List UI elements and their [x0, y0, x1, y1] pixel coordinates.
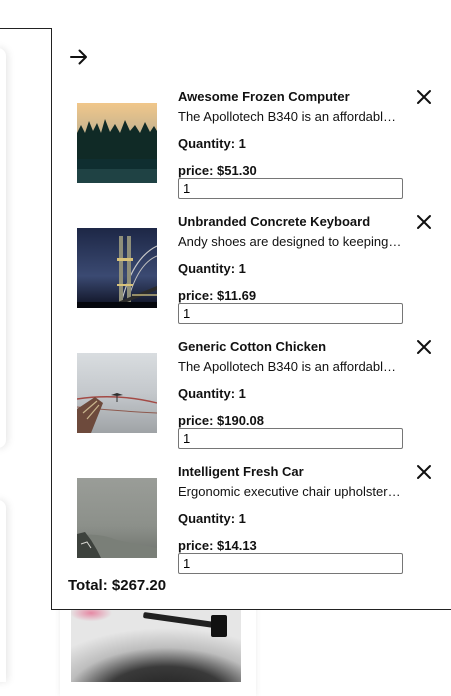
item-quantity: Quantity: 1 [178, 261, 246, 276]
arrow-right-icon [70, 49, 87, 65]
tonearm-shape [142, 612, 216, 628]
item-quantity: Quantity: 1 [178, 136, 246, 151]
item-price: price: $11.69 [178, 288, 257, 303]
close-icon [417, 340, 431, 354]
cart-item: Intelligent Fresh Car Ergonomic executiv… [52, 464, 451, 589]
cart-total: Total: $267.20 [68, 577, 167, 594]
close-icon [417, 465, 431, 479]
background-card [0, 500, 6, 682]
item-title: Unbranded Concrete Keyboard [178, 214, 371, 229]
turntable-image [71, 603, 241, 682]
remove-item-button[interactable] [414, 87, 434, 107]
quantity-input[interactable] [178, 303, 403, 324]
quantity-input[interactable] [178, 553, 403, 574]
close-icon [417, 90, 431, 104]
item-title: Awesome Frozen Computer [178, 89, 350, 104]
item-title: Generic Cotton Chicken [178, 339, 327, 354]
bird-on-boat-photo [77, 353, 157, 433]
cart-item: Unbranded Concrete Keyboard Andy shoes a… [52, 214, 451, 339]
item-quantity: Quantity: 1 [178, 511, 246, 526]
cart-item: Awesome Frozen Computer The Apollotech B… [52, 89, 451, 214]
background-card [0, 48, 6, 448]
remove-item-button[interactable] [414, 212, 434, 232]
item-description: The Apollotech B340 is an affordable wir… [178, 359, 402, 374]
item-description: Andy shoes are designed to keeping in mi… [178, 234, 402, 249]
item-price: price: $190.08 [178, 413, 265, 428]
cart-drawer: Awesome Frozen Computer The Apollotech B… [51, 28, 451, 610]
quantity-input[interactable] [178, 178, 403, 199]
cart-item: Generic Cotton Chicken The Apollotech B3… [52, 339, 451, 464]
item-quantity: Quantity: 1 [178, 386, 246, 401]
item-description: The Apollotech B340 is an affordable wir… [178, 109, 402, 124]
cartridge-shape [211, 615, 227, 637]
remove-item-button[interactable] [414, 337, 434, 357]
foggy-coast-photo [77, 478, 157, 558]
close-cart-button[interactable] [68, 46, 90, 68]
item-title: Intelligent Fresh Car [178, 464, 304, 479]
forest-at-dusk-photo [77, 103, 157, 183]
quantity-input[interactable] [178, 428, 403, 449]
bridge-at-night-photo [77, 228, 157, 308]
item-description: Ergonomic executive chair upholstered in… [178, 484, 402, 499]
item-price: price: $14.13 [178, 538, 257, 553]
close-icon [417, 215, 431, 229]
item-price: price: $51.30 [178, 163, 257, 178]
remove-item-button[interactable] [414, 462, 434, 482]
